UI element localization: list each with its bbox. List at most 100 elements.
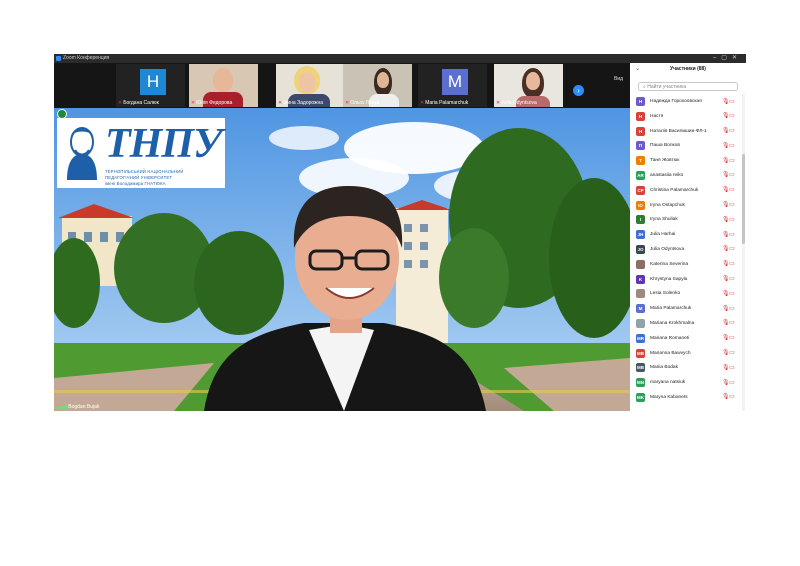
camera-off-icon[interactable]: ▭ — [729, 364, 735, 372]
participant-row[interactable]: Katerina Severina 🎙︎ ▭ — [630, 257, 742, 272]
participant-row[interactable]: AR anastasiia reiko 🎙︎ ▭ — [630, 168, 742, 183]
participant-row[interactable]: JO Julia Odyntsova 🎙︎ ▭ — [630, 242, 742, 257]
camera-off-icon[interactable]: ▭ — [729, 379, 735, 387]
avatar: M — [442, 69, 468, 95]
camera-off-icon[interactable]: ▭ — [729, 216, 735, 224]
mic-muted-icon: ✕ — [191, 100, 196, 106]
participant-avatar: Т — [636, 156, 645, 166]
camera-off-icon[interactable]: ▭ — [729, 98, 735, 106]
participant-row[interactable]: IO Iryna Ostapchuk 🎙︎ ▭ — [630, 198, 742, 213]
participant-row[interactable]: K Khrystyna Sapyla 🎙︎ ▭ — [630, 272, 742, 287]
mic-muted-icon: ✕ — [278, 100, 283, 106]
camera-off-icon[interactable]: ▭ — [729, 231, 735, 239]
participant-avatar: IO — [636, 200, 645, 210]
participant-row[interactable]: MK Maryna Kabanets 🎙︎ ▭ — [630, 390, 742, 405]
logo-line: ПЕДАГОГІЧНИЙ УНІВЕРСИТЕТ — [105, 175, 173, 180]
participant-row[interactable]: M Maria Palamarchuk 🎙︎ ▭ — [630, 301, 742, 316]
zoom-window: Zoom Конференция –▢✕ H ✕Богдана Салюк ✕Ю… — [54, 54, 746, 411]
participant-name: Christina Palamarchuk — [650, 187, 699, 193]
camera-off-icon[interactable]: ▭ — [729, 142, 735, 150]
participant-name: anastasiia reiko — [650, 172, 684, 178]
participant-row[interactable]: I Iryna Shuliak 🎙︎ ▭ — [630, 212, 742, 227]
video-tile[interactable]: ✕Julia Odyntsova — [494, 64, 563, 107]
participant-row[interactable]: Lesia Solenko 🎙︎ ▭ — [630, 286, 742, 301]
logo-line: ТЕРНОПІЛЬСЬКИЙ НАЦІОНАЛЬНИЙ — [105, 169, 184, 174]
window-controls[interactable]: –▢✕ — [713, 54, 742, 62]
video-tile[interactable]: ✕Ольга Лацка — [343, 64, 412, 107]
video-tile[interactable]: M ✕Maria Palamarchuk — [418, 64, 487, 107]
participant-avatar: MB — [636, 363, 645, 373]
participant-avatar: AR — [636, 170, 645, 180]
participant-avatar — [636, 289, 645, 299]
speaker-view: ТНПУ ТЕРНОПІЛЬСЬКИЙ НАЦІОНАЛЬНИЙ ПЕДАГОГ… — [54, 108, 630, 411]
panel-header: ⌄ Участники (88) — [630, 63, 746, 75]
view-button[interactable]: Вид — [614, 76, 623, 82]
camera-off-icon[interactable]: ▭ — [729, 201, 735, 209]
logo-abbreviation: ТНПУ — [105, 121, 222, 167]
video-tile[interactable]: H ✕Богдана Салюк — [116, 64, 185, 107]
camera-off-icon[interactable]: ▭ — [729, 290, 735, 298]
mic-muted-icon: ✕ — [118, 100, 123, 106]
participant-name: Iryna Shuliak — [650, 217, 678, 223]
tile-name: ✕Ірина Задорожна — [278, 100, 323, 106]
scrollbar-thumb[interactable] — [742, 154, 745, 244]
camera-off-icon[interactable]: ▭ — [729, 393, 735, 401]
participant-avatar: MR — [636, 333, 645, 343]
participant-row[interactable]: CP Christina Palamarchuk 🎙︎ ▭ — [630, 183, 742, 198]
participant-name: Khrystyna Sapyla — [650, 276, 688, 282]
participant-avatar: M — [636, 304, 645, 314]
participant-avatar: Н — [636, 97, 645, 106]
participant-row[interactable]: MB Marianna Bawvych 🎙︎ ▭ — [630, 346, 742, 361]
next-page-button[interactable]: › — [573, 85, 584, 96]
participant-list: Н Надежда Горохоовская 🎙︎ ▭ Н Настя 🎙︎ ▭ Н Наталі… — [630, 94, 742, 405]
video-tile[interactable]: ✕Юлія Федорова — [189, 64, 258, 107]
camera-off-icon[interactable]: ▭ — [729, 334, 735, 342]
participant-search-input[interactable]: ⌕ Найти участника — [638, 82, 738, 91]
participant-name: Mariia Bodak — [650, 365, 678, 371]
participant-name: Maryna Kabanets — [650, 394, 688, 400]
camera-off-icon[interactable]: ▭ — [729, 157, 735, 165]
camera-off-icon[interactable]: ▭ — [729, 112, 735, 120]
participant-name: Наталія Василишин-ФЛ-1 — [650, 128, 707, 134]
encryption-shield-icon[interactable] — [57, 109, 67, 119]
participant-avatar: K — [636, 274, 645, 284]
participant-avatar: JO — [636, 244, 645, 254]
logo-line: імені Володимира ГНАТЮКА — [105, 181, 166, 186]
camera-off-icon[interactable]: ▭ — [729, 171, 735, 179]
camera-off-icon[interactable]: ▭ — [729, 349, 735, 357]
camera-off-icon[interactable]: ▭ — [729, 245, 735, 253]
tile-name: ✕Юлія Федорова — [191, 100, 233, 106]
participant-row[interactable]: MN maryana natsiuk 🎙︎ ▭ — [630, 375, 742, 390]
mic-muted-icon: ✕ — [420, 100, 425, 106]
participant-avatar: Н — [636, 126, 645, 136]
camera-off-icon[interactable]: ▭ — [729, 260, 735, 268]
participant-name: maryana natsiuk — [650, 380, 686, 386]
participant-name: Lesia Solenko — [650, 291, 681, 297]
camera-off-icon[interactable]: ▭ — [729, 319, 735, 327]
participant-row[interactable]: JH Julia Harhai 🎙︎ ▭ — [630, 227, 742, 242]
tile-name: ✕Maria Palamarchuk — [420, 100, 469, 106]
camera-off-icon[interactable]: ▭ — [729, 275, 735, 283]
participant-row[interactable]: MB Mariia Bodak 🎙︎ ▭ — [630, 360, 742, 375]
zoom-app-icon — [56, 56, 61, 61]
participant-avatar: MN — [636, 378, 645, 388]
university-logo: ТНПУ ТЕРНОПІЛЬСЬКИЙ НАЦІОНАЛЬНИЙ ПЕДАГОГ… — [57, 118, 225, 188]
participant-row[interactable]: MR Mariana Romaneti 🎙︎ ▭ — [630, 331, 742, 346]
camera-off-icon[interactable]: ▭ — [729, 305, 735, 313]
participant-row[interactable]: Н Настя 🎙︎ ▭ — [630, 109, 742, 124]
participant-row[interactable]: Н Наталія Василишин-ФЛ-1 🎙︎ ▭ — [630, 124, 742, 139]
participant-name: Надежда Горохоовская — [650, 99, 702, 104]
window-title: Zoom Конференция — [63, 55, 110, 61]
participant-row[interactable]: П Паша Волков 🎙︎ ▭ — [630, 138, 742, 153]
panel-scrollbar[interactable] — [742, 94, 745, 411]
participant-row[interactable]: Mariana Krokhmalna 🎙︎ ▭ — [630, 316, 742, 331]
participant-avatar: Н — [636, 111, 645, 121]
participant-row[interactable]: Т Таня Жовтюк 🎙︎ ▭ — [630, 153, 742, 168]
participant-row[interactable]: Н Надежда Горохоовская 🎙︎ ▭ — [630, 94, 742, 109]
camera-off-icon[interactable]: ▭ — [729, 127, 735, 135]
participant-name: Iryna Ostapchuk — [650, 202, 685, 208]
participant-avatar: CP — [636, 185, 645, 195]
video-tile[interactable]: ✕Ірина Задорожна — [276, 64, 345, 107]
camera-off-icon[interactable]: ▭ — [729, 186, 735, 194]
signal-bars-icon: ▂▄▆ — [56, 404, 68, 410]
